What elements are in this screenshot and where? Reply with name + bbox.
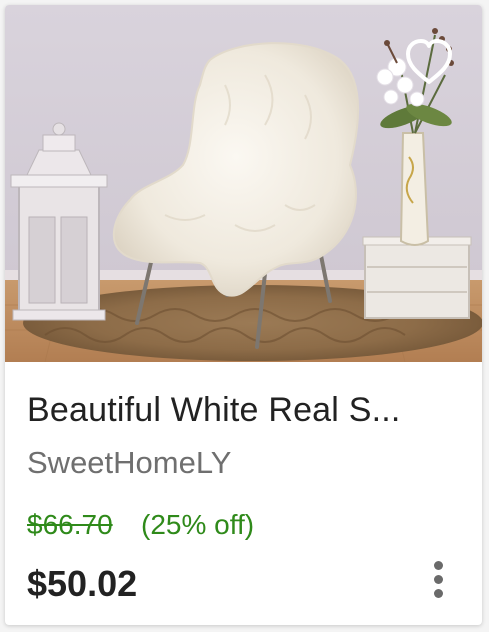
original-price: $66.70	[27, 509, 113, 540]
listing-photo[interactable]	[5, 5, 482, 362]
more-options-button[interactable]	[428, 561, 448, 603]
more-vertical-icon	[428, 561, 448, 598]
shop-name[interactable]: SweetHomeLY	[27, 445, 231, 481]
favorite-button[interactable]	[400, 33, 458, 91]
wooden-crate	[362, 236, 472, 319]
sale-price: $50.02	[27, 563, 138, 604]
listing-card[interactable]: Beautiful White Real S... SweetHomeLY $6…	[5, 5, 482, 625]
listing-title[interactable]: Beautiful White Real S...	[27, 391, 401, 430]
heart-outline-icon	[406, 39, 452, 84]
discount-label: (25% off)	[141, 509, 255, 540]
